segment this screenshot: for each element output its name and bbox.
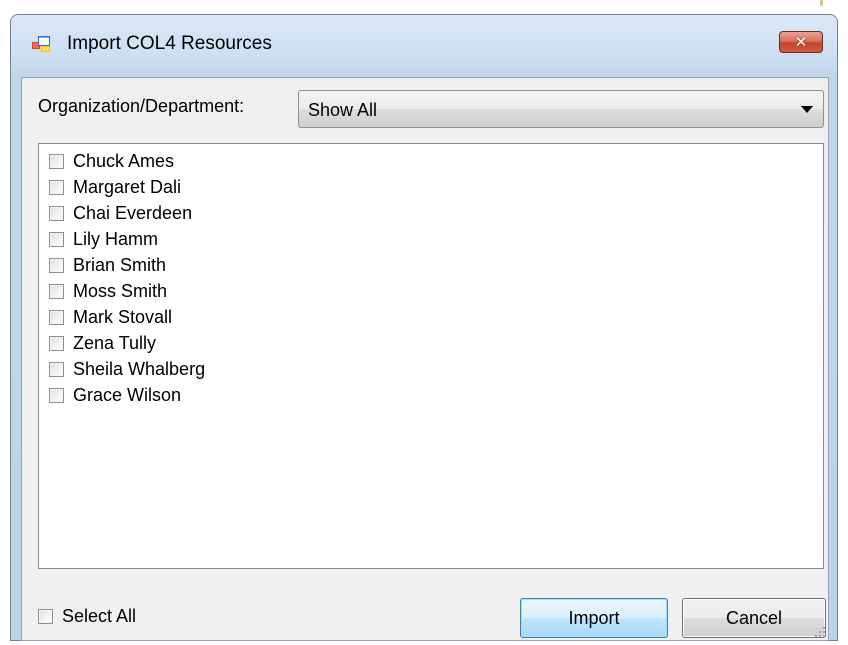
item-checkbox[interactable]	[49, 387, 64, 403]
list-item[interactable]: Moss Smith	[49, 278, 167, 304]
item-label: Chuck Ames	[73, 150, 175, 171]
org-department-label: Organization/Department:	[38, 96, 245, 116]
resize-grip-icon[interactable]	[814, 626, 826, 638]
item-checkbox[interactable]	[49, 205, 64, 221]
select-all-option[interactable]: Select All	[38, 603, 136, 629]
window-title: Import COL4 Resources	[67, 33, 272, 54]
item-checkbox[interactable]	[49, 283, 64, 299]
item-checkbox[interactable]	[49, 153, 64, 169]
item-label: Chai Everdeen	[73, 202, 193, 223]
close-icon: ✕	[794, 33, 808, 51]
cancel-button[interactable]: Cancel	[682, 598, 826, 638]
list-item[interactable]: Lily Hamm	[49, 226, 158, 252]
select-all-label: Select All	[62, 605, 137, 626]
background-strip	[0, 0, 848, 8]
list-item[interactable]: Margaret Dali	[49, 174, 181, 200]
item-checkbox[interactable]	[49, 257, 64, 273]
item-label: Sheila Whalberg	[73, 358, 206, 379]
item-checkbox[interactable]	[49, 231, 64, 247]
org-department-dropdown[interactable]: Show All	[298, 90, 824, 128]
item-checkbox[interactable]	[49, 179, 64, 195]
close-button[interactable]: ✕	[779, 31, 823, 53]
item-label: Brian Smith	[73, 254, 167, 275]
list-item[interactable]: Chuck Ames	[49, 148, 174, 174]
item-label: Grace Wilson	[73, 384, 182, 405]
list-item[interactable]: Sheila Whalberg	[49, 356, 205, 382]
list-item[interactable]: Mark Stovall	[49, 304, 172, 330]
list-item[interactable]: Grace Wilson	[49, 382, 181, 408]
item-checkbox[interactable]	[49, 361, 64, 377]
item-label: Zena Tully	[73, 332, 157, 353]
select-all-checkbox[interactable]	[38, 608, 53, 624]
org-department-selected: Show All	[308, 100, 378, 120]
item-checkbox[interactable]	[49, 335, 64, 351]
item-label: Moss Smith	[73, 280, 168, 301]
item-label: Mark Stovall	[73, 306, 173, 327]
chevron-down-icon	[801, 106, 813, 113]
title-bar[interactable]: Import COL4 Resources ✕	[11, 15, 837, 77]
app-window-icon	[32, 36, 50, 52]
item-label: Lily Hamm	[73, 228, 159, 249]
import-button[interactable]: Import	[520, 598, 668, 638]
item-label: Margaret Dali	[73, 176, 182, 197]
list-item[interactable]: Zena Tully	[49, 330, 156, 356]
item-checkbox[interactable]	[49, 309, 64, 325]
dialog-body: Organization/Department: Show All Chuck …	[21, 77, 829, 641]
resource-checklist[interactable]: Chuck Ames Margaret Dali Chai Everdeen L…	[38, 143, 824, 569]
list-item[interactable]: Chai Everdeen	[49, 200, 192, 226]
import-dialog: Import COL4 Resources ✕ Organization/Dep…	[10, 14, 838, 641]
list-item[interactable]: Brian Smith	[49, 252, 166, 278]
background-mark	[820, 0, 823, 6]
